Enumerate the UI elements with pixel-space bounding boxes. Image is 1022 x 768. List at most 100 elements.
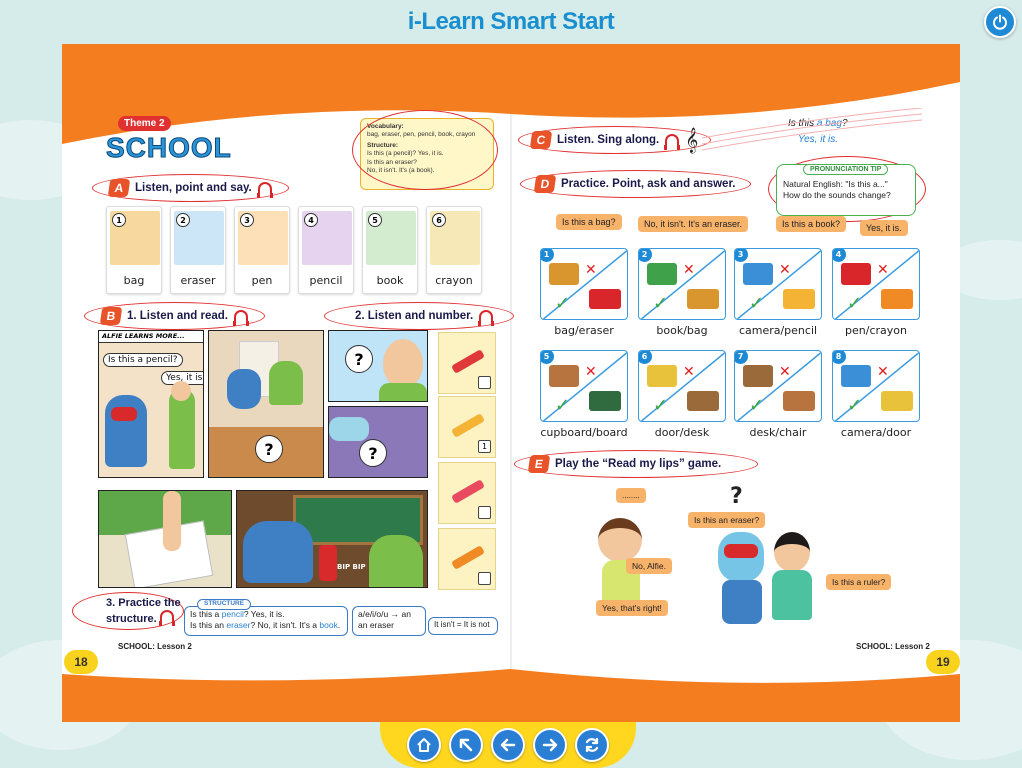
section-title: Listen, point and say.: [135, 182, 252, 194]
check-mark-icon: ✓: [749, 293, 765, 314]
pair-object-1: [841, 365, 871, 387]
eraser-picture: [451, 349, 485, 374]
section-b2-heading[interactable]: 2. Listen and number.: [324, 302, 515, 330]
vocab-card-pencil[interactable]: 4 pencil: [298, 206, 354, 294]
pair-object-2: [881, 289, 913, 309]
pair-card[interactable]: 6 ✕ ✓: [638, 350, 726, 422]
section-c-heading[interactable]: C Listen. Sing along. 𝄞: [518, 126, 712, 154]
boy-shirt: [379, 383, 427, 401]
vocab-card-crayon[interactable]: 6 crayon: [426, 206, 482, 294]
speech-bubble: Is this a pencil?: [103, 353, 183, 367]
audio-icon[interactable]: [232, 310, 249, 326]
card-number: 4: [304, 213, 318, 227]
pair-card[interactable]: 4 ✕ ✓: [832, 248, 920, 320]
structure-keyword: book: [319, 620, 338, 631]
section-b-heading[interactable]: B 1. Listen and read.: [84, 302, 265, 330]
audio-icon[interactable]: [478, 310, 495, 326]
comic-panel-1[interactable]: ALFIE LEARNS MORE... Is this a pencil? Y…: [98, 330, 204, 478]
card-label: pen: [251, 274, 273, 287]
cross-mark-icon: ✕: [683, 364, 695, 380]
check-mark-icon: ✓: [749, 395, 765, 416]
answer-box[interactable]: 1: [478, 440, 491, 453]
pair-card[interactable]: 8 ✕ ✓: [832, 350, 920, 422]
check-mark-icon: ✓: [653, 395, 669, 416]
audio-icon[interactable]: [256, 182, 273, 198]
speech-chip: Is this an eraser?: [688, 512, 766, 528]
pair-label: book/bag: [656, 324, 708, 337]
pair-label: cupboard/board: [540, 426, 628, 439]
comic-panel-6[interactable]: BIP BIP: [236, 490, 428, 588]
section-title-line: structure.: [106, 613, 157, 626]
pair-object-2: [881, 391, 913, 411]
boy-figure: [369, 535, 423, 587]
pair-label: bag/eraser: [554, 324, 614, 337]
pair-card[interactable]: 5 ✕ ✓: [540, 350, 628, 422]
section-a-heading[interactable]: A Listen, point and say.: [92, 174, 289, 202]
answer-box[interactable]: [478, 572, 491, 585]
check-mark-icon: ✓: [555, 293, 571, 314]
girl-body: [772, 570, 812, 620]
boy-head: [171, 381, 191, 401]
refresh-button[interactable]: [575, 728, 609, 762]
vocab-card-book[interactable]: 5 book: [362, 206, 418, 294]
pron-line: How do the sounds change?: [783, 190, 891, 201]
comic-panel-5[interactable]: [98, 490, 232, 588]
pair-object-1: [743, 263, 773, 285]
pair-label: desk/chair: [749, 426, 807, 439]
next-page-button[interactable]: [533, 728, 567, 762]
pair-card[interactable]: 2 ✕ ✓: [638, 248, 726, 320]
section-e-heading[interactable]: E Play the “Read my lips” game.: [514, 450, 758, 478]
vocab-card-eraser[interactable]: 2 eraser: [170, 206, 226, 294]
comic-panel-4[interactable]: ?: [328, 406, 428, 478]
refresh-icon: [585, 737, 599, 753]
answer-box[interactable]: [478, 376, 491, 389]
top-button[interactable]: [449, 728, 483, 762]
scanner: [319, 545, 337, 581]
theme-badge: Theme 2: [118, 116, 171, 131]
pair-object-1: [743, 365, 773, 387]
app-title: i-Learn Smart Start: [407, 8, 615, 35]
footer-label-left: SCHOOL: Lesson 2: [118, 642, 192, 651]
card-number: 5: [368, 213, 382, 227]
card-number: 1: [112, 213, 126, 227]
answer-box[interactable]: [478, 506, 491, 519]
structure-text: ? Yes, it is.: [243, 609, 285, 619]
vowel-example: an eraser: [358, 620, 394, 631]
comic-panel-2[interactable]: ?: [208, 330, 324, 478]
pair-label: camera/door: [840, 426, 912, 439]
section-3-heading[interactable]: 3. Practice the structure.: [106, 597, 181, 627]
pair-object-2: [687, 289, 719, 309]
vocab-card-bag[interactable]: 1 bag: [106, 206, 162, 294]
audio-icon[interactable]: [158, 610, 175, 627]
power-icon: [993, 14, 1007, 30]
card-number: 2: [176, 213, 190, 227]
home-button[interactable]: [407, 728, 441, 762]
pair-card[interactable]: 1 ✕ ✓: [540, 248, 628, 320]
question-mark-bubble: ?: [345, 345, 373, 373]
page-number-left: 18: [64, 650, 98, 674]
pair-card[interactable]: 7 ✕ ✓: [734, 350, 822, 422]
section-d-heading[interactable]: D Practice. Point, ask and answer.: [520, 170, 751, 198]
power-button[interactable]: [984, 6, 1016, 38]
audio-icon[interactable]: [664, 134, 681, 150]
pair-object-1: [647, 263, 677, 285]
structure-keyword: pencil: [221, 609, 244, 619]
prompt-chip: No, it isn't. It's an eraser.: [638, 216, 748, 232]
section-title: Play the “Read my lips” game.: [555, 458, 722, 470]
up-left-arrow-icon: [459, 738, 473, 752]
robot-visor: [724, 544, 758, 558]
pair-object-1: [549, 263, 579, 285]
page-number-right: 19: [926, 650, 960, 674]
previous-page-button[interactable]: [491, 728, 525, 762]
vowel-rule: a/e/i/o/u → an: [358, 609, 411, 619]
pair-card[interactable]: 3 ✕ ✓: [734, 248, 822, 320]
robot-hand: [329, 417, 369, 441]
prompt-chip: Yes, it is.: [860, 220, 908, 236]
question-mark-bubble: ?: [255, 435, 283, 463]
pron-line: Natural English: "Is this a...": [783, 179, 888, 189]
back-arrow-icon: [500, 738, 516, 752]
cross-mark-icon: ✕: [585, 364, 597, 380]
vowel-rule-box: a/e/i/o/u → an an eraser: [352, 606, 426, 636]
comic-panel-3[interactable]: ?: [328, 330, 428, 402]
vocab-card-pen[interactable]: 3 pen: [234, 206, 290, 294]
